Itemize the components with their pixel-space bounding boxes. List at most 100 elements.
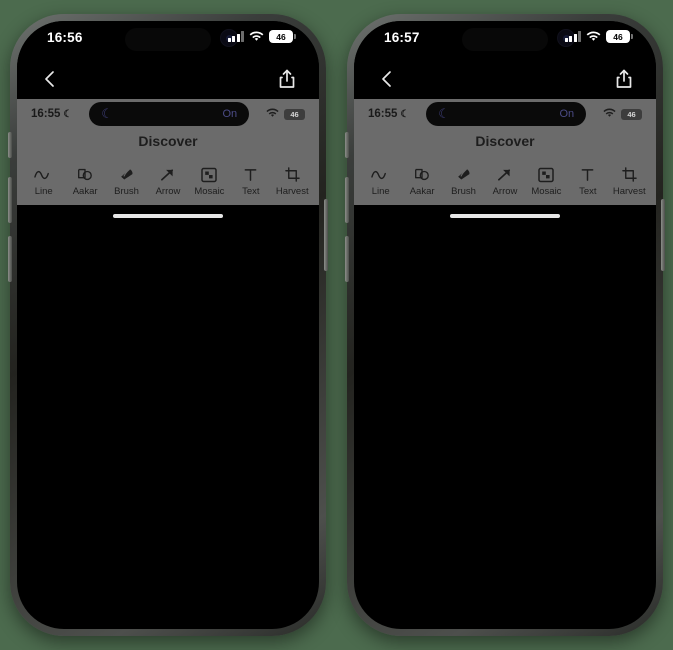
tool-label: Arrow <box>155 185 181 197</box>
shapes-icon <box>413 166 431 184</box>
focus-mode-pill: ☾ On <box>89 102 250 126</box>
tool-line[interactable]: Line <box>362 166 400 197</box>
status-bar-indicators: 46 <box>564 30 633 43</box>
back-icon[interactable] <box>39 68 61 90</box>
tool-harvest[interactable]: Harvest <box>610 166 648 197</box>
text-icon <box>580 166 595 184</box>
status-bar-indicators: 46 <box>227 30 296 43</box>
tool-label: Mosaic <box>531 185 562 197</box>
captured-status-bar: 16:55 ☾ ☾ On 46 <box>17 99 319 129</box>
status-bar-time: 16:56 <box>47 30 83 45</box>
phone-right: 16:57 46 16:55 ☾ ☾ On 46 Discover Line A… <box>345 14 665 636</box>
captured-wifi-icon <box>266 105 279 123</box>
back-icon[interactable] <box>376 68 398 90</box>
captured-time: 16:55 ☾ <box>368 108 409 120</box>
crop-icon <box>284 166 300 184</box>
tool-aakar[interactable]: Aakar <box>403 166 441 197</box>
app-navigation-bar <box>17 59 319 99</box>
focus-state-label: On <box>222 108 238 120</box>
share-icon[interactable] <box>277 68 297 90</box>
tool-label: Aakar <box>72 185 98 197</box>
edited-screenshot-canvas: 16:55 ☾ ☾ On 46 Discover <box>354 99 656 157</box>
dynamic-island <box>462 28 548 51</box>
captured-wifi-icon <box>603 105 616 123</box>
wifi-icon <box>586 31 601 42</box>
tool-label: Harvest <box>612 185 646 197</box>
battery-indicator: 46 <box>269 30 296 43</box>
tool-aakar[interactable]: Aakar <box>66 166 104 197</box>
power-button[interactable] <box>324 199 328 271</box>
tool-mosaic[interactable]: Mosaic <box>527 166 565 197</box>
tool-line[interactable]: Line <box>25 166 63 197</box>
marker-pen-icon <box>118 166 136 184</box>
text-icon <box>243 166 258 184</box>
volume-up-button[interactable] <box>8 177 12 223</box>
crop-icon <box>621 166 637 184</box>
tool-label: Aakar <box>409 185 435 197</box>
tool-label: Text <box>579 185 597 197</box>
volume-down-button[interactable] <box>8 236 12 282</box>
wifi-icon <box>249 31 264 42</box>
power-button[interactable] <box>661 199 665 271</box>
tool-brush[interactable]: Brush <box>108 166 146 197</box>
editing-toolbar: Line Aakar Brush Arrow Mosaic Text Harve… <box>354 157 656 205</box>
tool-arrow[interactable]: Arrow <box>486 166 524 197</box>
arrow-icon <box>496 166 513 184</box>
tool-label: Mosaic <box>194 185 225 197</box>
captured-battery-indicator: 46 <box>283 108 305 120</box>
volume-down-button[interactable] <box>345 236 349 282</box>
cellular-signal-icon <box>227 31 244 42</box>
captured-page-title: Discover <box>138 133 198 149</box>
captured-status-bar: 16:55 ☾ ☾ On 46 <box>354 99 656 129</box>
focus-moon-icon: ☾ <box>438 106 450 121</box>
moon-icon: ☾ <box>63 108 73 120</box>
home-indicator-area <box>354 205 656 227</box>
tool-text[interactable]: Text <box>232 166 270 197</box>
captured-time-value: 16:55 <box>31 108 61 120</box>
ios-status-bar: 16:57 46 <box>354 21 656 59</box>
ios-status-bar: 16:56 46 <box>17 21 319 59</box>
focus-state-label: On <box>559 108 575 120</box>
editing-toolbar: Line Aakar Brush Arrow Mosaic Text Harve… <box>17 157 319 205</box>
wave-line-icon <box>371 166 390 184</box>
tool-brush[interactable]: Brush <box>445 166 483 197</box>
tool-arrow[interactable]: Arrow <box>149 166 187 197</box>
mute-switch[interactable] <box>345 132 349 158</box>
phone-left-screen: 16:56 46 16:55 ☾ ☾ On 46 Discover Line A… <box>17 21 319 629</box>
mosaic-icon <box>538 166 555 184</box>
moon-icon: ☾ <box>400 108 410 120</box>
phone-right-screen: 16:57 46 16:55 ☾ ☾ On 46 Discover Line A… <box>354 21 656 629</box>
edited-screenshot-canvas: 16:55 ☾ ☾ On 46 Discover <box>17 99 319 157</box>
focus-moon-icon: ☾ <box>101 106 113 121</box>
tool-mosaic[interactable]: Mosaic <box>190 166 228 197</box>
captured-battery-indicator: 46 <box>620 108 642 120</box>
tool-label: Text <box>242 185 260 197</box>
tool-label: Line <box>371 185 390 197</box>
mute-switch[interactable] <box>8 132 12 158</box>
tool-label: Brush <box>451 185 476 197</box>
home-indicator[interactable] <box>113 213 223 219</box>
phone-left: 16:56 46 16:55 ☾ ☾ On 46 Discover Line A… <box>8 14 328 636</box>
home-indicator[interactable] <box>450 213 560 219</box>
tool-label: Harvest <box>275 185 309 197</box>
marker-pen-icon <box>455 166 473 184</box>
dynamic-island <box>125 28 211 51</box>
app-navigation-bar <box>354 59 656 99</box>
focus-mode-pill: ☾ On <box>426 102 587 126</box>
tool-label: Arrow <box>492 185 518 197</box>
captured-indicators: 46 <box>266 105 305 123</box>
volume-up-button[interactable] <box>345 177 349 223</box>
tool-text[interactable]: Text <box>569 166 607 197</box>
mosaic-icon <box>201 166 218 184</box>
captured-page-title: Discover <box>475 133 535 149</box>
tool-label: Line <box>34 185 53 197</box>
home-indicator-area <box>17 205 319 227</box>
tool-harvest[interactable]: Harvest <box>273 166 311 197</box>
arrow-icon <box>159 166 176 184</box>
share-icon[interactable] <box>614 68 634 90</box>
tool-label: Brush <box>114 185 139 197</box>
cellular-signal-icon <box>564 31 581 42</box>
battery-indicator: 46 <box>606 30 633 43</box>
captured-time-value: 16:55 <box>368 108 398 120</box>
screenshot-stage: 16:56 46 16:55 ☾ ☾ On 46 Discover Line A… <box>0 0 673 650</box>
